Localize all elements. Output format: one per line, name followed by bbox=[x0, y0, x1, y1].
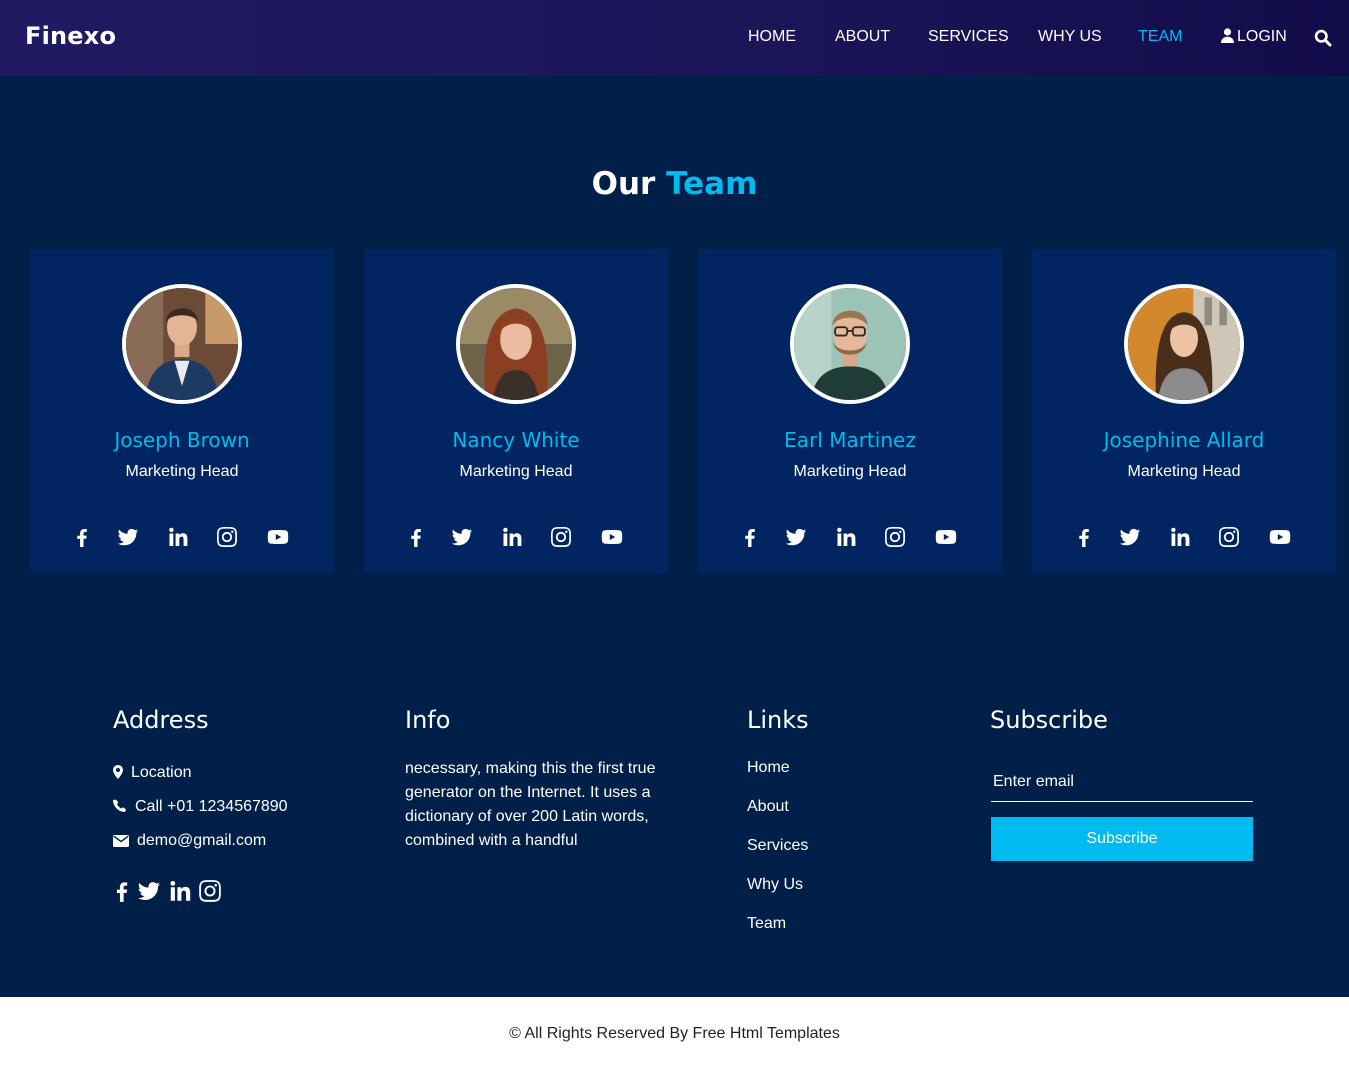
section-title-main: Our bbox=[591, 166, 656, 202]
email-input[interactable] bbox=[991, 762, 1253, 802]
location-link[interactable]: Location bbox=[113, 764, 192, 782]
member-name: Nancy White bbox=[452, 428, 580, 452]
twitter-icon[interactable] bbox=[450, 525, 474, 549]
subscribe-heading: Subscribe bbox=[990, 706, 1108, 734]
facebook-icon[interactable] bbox=[109, 878, 133, 902]
youtube-icon[interactable] bbox=[934, 525, 958, 549]
email-link[interactable]: demo@gmail.com bbox=[113, 832, 266, 850]
copyright-bar: © All Rights Reserved By Free Html Templ… bbox=[0, 997, 1349, 1071]
twitter-icon[interactable] bbox=[116, 525, 140, 549]
nav-about[interactable]: ABOUT bbox=[835, 28, 890, 46]
phone-text: Call +01 1234567890 bbox=[135, 798, 288, 815]
info-heading: Info bbox=[405, 706, 451, 734]
member-role: Marketing Head bbox=[1127, 463, 1241, 480]
facebook-icon[interactable] bbox=[738, 525, 762, 549]
footer-link-team[interactable]: Team bbox=[747, 915, 786, 933]
member-role: Marketing Head bbox=[793, 463, 907, 480]
linkedin-icon[interactable] bbox=[500, 525, 524, 549]
map-marker-icon bbox=[113, 765, 123, 779]
login-label: LOGIN bbox=[1237, 28, 1287, 45]
nav-why-us[interactable]: WHY US bbox=[1038, 28, 1102, 46]
team-card: Nancy White Marketing Head bbox=[364, 249, 668, 573]
facebook-icon[interactable] bbox=[70, 525, 94, 549]
youtube-icon[interactable] bbox=[1268, 525, 1292, 549]
instagram-icon[interactable] bbox=[883, 525, 907, 549]
user-icon bbox=[1221, 28, 1234, 48]
email-text: demo@gmail.com bbox=[137, 832, 267, 849]
team-card: Earl Martinez Marketing Head bbox=[698, 249, 1002, 573]
member-name: Earl Martinez bbox=[784, 428, 916, 452]
footer-link-home[interactable]: Home bbox=[747, 759, 790, 777]
site-header: Finexo HOME ABOUT SERVICES WHY US TEAM L… bbox=[0, 0, 1349, 76]
footer-link-services[interactable]: Services bbox=[747, 837, 808, 855]
social-links bbox=[30, 525, 334, 549]
instagram-icon[interactable] bbox=[197, 878, 221, 902]
twitter-icon[interactable] bbox=[136, 878, 160, 902]
section-title-highlight: Team bbox=[666, 166, 758, 202]
linkedin-icon[interactable] bbox=[167, 878, 191, 902]
copyright-text: © All Rights Reserved By Free Html Templ… bbox=[509, 1025, 840, 1042]
member-name: Joseph Brown bbox=[114, 428, 250, 452]
phone-icon bbox=[113, 799, 126, 812]
avatar bbox=[1124, 284, 1244, 404]
main-nav: HOME ABOUT SERVICES WHY US TEAM LOGIN bbox=[0, 28, 1349, 50]
avatar bbox=[122, 284, 242, 404]
footer-link-about[interactable]: About bbox=[747, 798, 789, 816]
twitter-icon[interactable] bbox=[784, 525, 808, 549]
team-card: Joseph Brown Marketing Head bbox=[30, 249, 334, 573]
info-text: necessary, making this the first true ge… bbox=[405, 760, 656, 849]
instagram-icon[interactable] bbox=[549, 525, 573, 549]
social-links bbox=[698, 525, 1002, 549]
footer-link-why-us[interactable]: Why Us bbox=[747, 876, 803, 894]
address-heading: Address bbox=[113, 706, 209, 734]
search-icon[interactable] bbox=[1314, 29, 1332, 47]
social-links bbox=[364, 525, 668, 549]
twitter-icon[interactable] bbox=[1118, 525, 1142, 549]
youtube-icon[interactable] bbox=[600, 525, 624, 549]
member-role: Marketing Head bbox=[125, 463, 239, 480]
facebook-icon[interactable] bbox=[404, 525, 428, 549]
nav-team[interactable]: TEAM bbox=[1138, 28, 1182, 46]
instagram-icon[interactable] bbox=[1217, 525, 1241, 549]
instagram-icon[interactable] bbox=[215, 525, 239, 549]
linkedin-icon[interactable] bbox=[834, 525, 858, 549]
avatar bbox=[790, 284, 910, 404]
section-title: Our Team bbox=[0, 166, 1349, 202]
footer-social-links bbox=[113, 878, 243, 904]
nav-login[interactable]: LOGIN bbox=[1221, 28, 1287, 48]
location-text: Location bbox=[131, 764, 192, 781]
linkedin-icon[interactable] bbox=[166, 525, 190, 549]
nav-services[interactable]: SERVICES bbox=[928, 28, 1009, 46]
linkedin-icon[interactable] bbox=[1168, 525, 1192, 549]
member-role: Marketing Head bbox=[459, 463, 573, 480]
avatar bbox=[456, 284, 576, 404]
social-links bbox=[1032, 525, 1336, 549]
subscribe-button[interactable]: Subscribe bbox=[991, 817, 1253, 861]
phone-link[interactable]: Call +01 1234567890 bbox=[113, 798, 288, 816]
facebook-icon[interactable] bbox=[1072, 525, 1096, 549]
envelope-icon bbox=[113, 835, 129, 847]
nav-home[interactable]: HOME bbox=[748, 28, 796, 46]
team-card: Josephine Allard Marketing Head bbox=[1032, 249, 1336, 573]
member-name: Josephine Allard bbox=[1103, 428, 1265, 452]
youtube-icon[interactable] bbox=[266, 525, 290, 549]
links-heading: Links bbox=[747, 706, 809, 734]
